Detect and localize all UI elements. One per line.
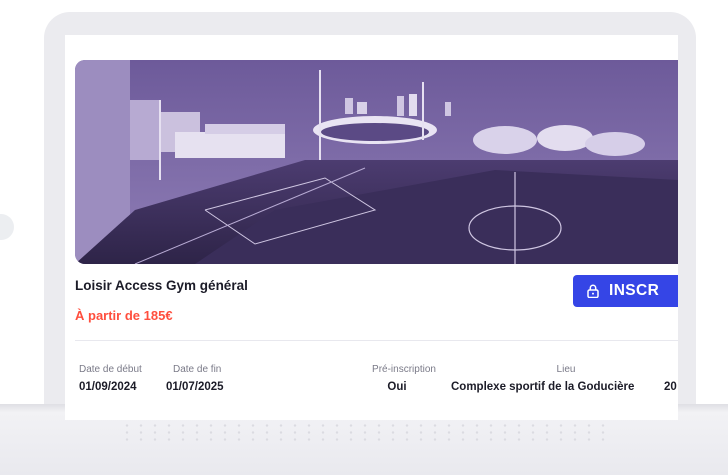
decorative-shape	[0, 214, 14, 240]
laptop-screen: Loisir Access Gym général À partir de 18…	[65, 35, 678, 420]
end-date-value: 01/07/2025	[166, 381, 224, 393]
place-value: Complexe sportif de la Goducière	[451, 381, 635, 393]
place-label: Lieu	[556, 364, 576, 375]
end-date-label: Date de fin	[173, 364, 222, 375]
stadium-photo-illustration	[75, 60, 678, 264]
register-button-label: INSCR	[609, 282, 660, 299]
start-date-value: 01/09/2024	[79, 381, 137, 393]
venue-photo	[75, 60, 678, 264]
details-divider	[75, 340, 678, 341]
register-button[interactable]: INSCR	[573, 275, 678, 307]
preregistration-value: Oui	[387, 381, 407, 393]
course-price: À partir de 185€	[75, 308, 173, 323]
extra-value: 20	[664, 381, 677, 393]
preregistration-label: Pré-inscription	[372, 364, 436, 375]
course-title: Loisir Access Gym général	[75, 278, 248, 293]
laptop-keyboard	[120, 422, 610, 444]
lock-icon	[587, 284, 599, 298]
start-date-label: Date de début	[79, 364, 142, 375]
